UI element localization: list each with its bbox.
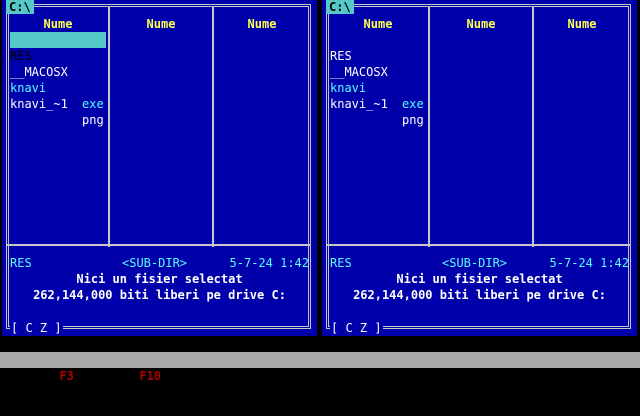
drive-selector[interactable]: [ C Z ] <box>330 320 383 336</box>
info-file-name: RES <box>10 256 32 270</box>
panel-path: C:\ <box>326 0 354 14</box>
free-space-status: 262,144,000 biti liberi pe drive C: <box>353 288 606 302</box>
column-divider <box>532 7 534 247</box>
key-code: F10 <box>139 369 162 383</box>
function-key-bar: F3Ajutor F10Meniu <box>0 352 640 383</box>
free-space-status: 262,144,000 biti liberi pe drive C: <box>33 288 286 302</box>
file-ext: png <box>82 113 104 127</box>
file-item-res[interactable]: RES <box>330 32 426 63</box>
column-header-3[interactable]: Nume <box>214 16 310 32</box>
info-file-type: <SUB-DIR> <box>122 256 188 270</box>
file-item-macosx[interactable]: __MACOSX <box>330 48 426 79</box>
column-header-1[interactable]: Nume <box>8 16 108 32</box>
file-item-knavi-png[interactable]: knavi_~1 png <box>330 80 426 127</box>
file-item-knavi-exe[interactable]: knavi exe <box>10 64 106 111</box>
file-item-res[interactable]: RES <box>10 32 106 63</box>
info-divider <box>6 244 311 246</box>
column-divider <box>428 7 430 247</box>
info-file-type: <SUB-DIR> <box>442 256 508 270</box>
file-ext: png <box>402 113 424 127</box>
column-divider <box>212 7 214 247</box>
key-label: Meniu <box>161 369 198 383</box>
file-name: knavi_~1 <box>10 97 68 111</box>
column-header-2[interactable]: Nume <box>110 16 212 32</box>
column-divider <box>108 7 110 247</box>
file-manager-screen: C:\ Nume Nume Nume RES __MACOSX knavi ex… <box>0 0 640 400</box>
column-header-1[interactable]: Nume <box>328 16 428 32</box>
info-file-name: RES <box>330 256 352 270</box>
left-panel[interactable]: C:\ Nume Nume Nume RES __MACOSX knavi ex… <box>2 0 317 336</box>
file-item-knavi-png[interactable]: knavi_~1 png <box>10 80 106 127</box>
column-header-2[interactable]: Nume <box>430 16 532 32</box>
selection-status: Nici un fisier selectat <box>396 272 563 286</box>
info-file-datetime: 5-7-24 1:42 <box>549 256 629 270</box>
file-list: RES __MACOSX knavi exe knavi_~1 png <box>330 32 426 127</box>
selection-status: Nici un fisier selectat <box>76 272 243 286</box>
file-item-macosx[interactable]: __MACOSX <box>10 48 106 79</box>
panel-path: C:\ <box>6 0 34 14</box>
info-file-datetime: 5-7-24 1:42 <box>229 256 309 270</box>
file-ext: exe <box>82 97 104 111</box>
key-code: F3 <box>59 369 74 383</box>
f10-menu-key[interactable]: F10Meniu <box>96 352 197 400</box>
file-item-knavi-exe[interactable]: knavi exe <box>330 64 426 111</box>
info-line: RES <SUB-DIR> 5-7-24 1:42 <box>330 255 629 271</box>
drive-selector[interactable]: [ C Z ] <box>10 320 63 336</box>
info-line: RES <SUB-DIR> 5-7-24 1:42 <box>10 255 309 271</box>
file-list: RES __MACOSX knavi exe knavi_~1 png <box>10 32 106 127</box>
file-ext: exe <box>402 97 424 111</box>
right-panel[interactable]: C:\ Nume Nume Nume RES __MACOSX knavi ex… <box>322 0 637 336</box>
info-divider <box>326 244 631 246</box>
file-name: knavi_~1 <box>330 97 388 111</box>
column-header-3[interactable]: Nume <box>534 16 630 32</box>
